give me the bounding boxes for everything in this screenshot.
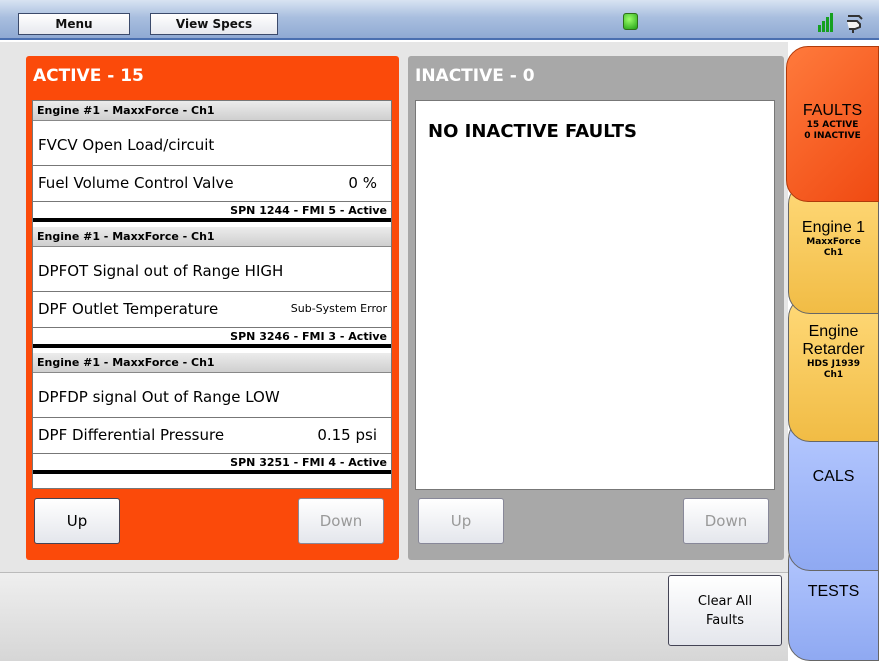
active-fault-list[interactable]: Engine #1 - MaxxForce - Ch1 FVCV Open Lo…: [32, 100, 392, 489]
active-down-button[interactable]: Down: [298, 498, 384, 544]
inactive-up-button[interactable]: Up: [418, 498, 504, 544]
fault-parameter: DPF Outlet Temperature Sub-System Error: [33, 292, 391, 327]
fault-parameter-name: Fuel Volume Control Valve: [38, 174, 234, 192]
tab-engine1-sub2: Ch1: [823, 248, 844, 258]
tab-faults-active-count: 15 ACTIVE: [806, 120, 859, 130]
fault-description: FVCV Open Load/circuit: [33, 121, 391, 166]
fault-item[interactable]: Engine #1 - MaxxForce - Ch1 DPFOT Signal…: [33, 227, 391, 353]
fault-parameter: DPF Differential Pressure 0.15 psi: [33, 418, 391, 453]
plug-connection-icon: [847, 15, 863, 33]
fault-parameter-value: 0 %: [348, 174, 377, 192]
active-up-button[interactable]: Up: [34, 498, 120, 544]
side-tabs: TESTS CALS Engine Retarder HDS J1939 Ch1…: [786, 42, 879, 661]
menu-button[interactable]: Menu: [18, 13, 130, 35]
tab-engine1-label: Engine 1: [801, 219, 866, 236]
fault-description: DPFDP signal Out of Range LOW: [33, 373, 391, 418]
tab-retarder-label1: Engine: [808, 323, 859, 340]
tab-engine-retarder[interactable]: Engine Retarder HDS J1939 Ch1: [788, 296, 879, 442]
tab-faults[interactable]: FAULTS 15 ACTIVE 0 INACTIVE: [786, 46, 879, 202]
fault-parameter-value: Sub-System Error: [290, 302, 387, 315]
status-led-icon: [623, 13, 638, 30]
clear-button-line2: Faults: [706, 613, 744, 628]
tab-tests-label: TESTS: [807, 583, 860, 600]
fault-code: SPN 1244 - FMI 5 - Active: [33, 201, 391, 222]
view-specs-button[interactable]: View Specs: [150, 13, 278, 35]
clear-all-faults-button[interactable]: Clear All Faults: [668, 575, 782, 646]
fault-source: Engine #1 - MaxxForce - Ch1: [33, 353, 391, 373]
active-panel-title: ACTIVE - 15: [33, 66, 144, 86]
clear-button-line1: Clear All: [697, 594, 753, 609]
inactive-faults-panel: INACTIVE - 0 NO INACTIVE FAULTS Up Down: [408, 56, 784, 560]
fault-description: DPFOT Signal out of Range HIGH: [33, 247, 391, 292]
no-inactive-message: NO INACTIVE FAULTS: [428, 121, 637, 142]
inactive-panel-title: INACTIVE - 0: [415, 66, 535, 86]
active-faults-panel: ACTIVE - 15 Engine #1 - MaxxForce - Ch1 …: [26, 56, 399, 560]
tab-retarder-sub1: HDS J1939: [806, 359, 860, 369]
top-toolbar: Menu View Specs: [0, 0, 879, 40]
tab-retarder-label2: Retarder: [802, 341, 865, 358]
fault-item[interactable]: Engine #1 - MaxxForce - Ch1 DPFDP signal…: [33, 353, 391, 479]
main-area: ACTIVE - 15 Engine #1 - MaxxForce - Ch1 …: [0, 42, 800, 661]
fault-code: SPN 3251 - FMI 4 - Active: [33, 453, 391, 474]
fault-code: SPN 3246 - FMI 3 - Active: [33, 327, 391, 348]
fault-source: Engine #1 - MaxxForce - Ch1: [33, 227, 391, 247]
tab-retarder-sub2: Ch1: [823, 370, 844, 380]
fault-source: Engine #1 - MaxxForce - Ch1: [33, 101, 391, 121]
inactive-down-button[interactable]: Down: [683, 498, 769, 544]
tab-engine1-sub1: MaxxForce: [806, 237, 861, 247]
inactive-fault-list[interactable]: NO INACTIVE FAULTS: [415, 100, 775, 490]
fault-parameter-name: DPF Differential Pressure: [38, 426, 225, 444]
tab-faults-inactive-count: 0 INACTIVE: [804, 131, 861, 141]
fault-parameter-value: 0.15 psi: [317, 426, 377, 444]
fault-parameter: Fuel Volume Control Valve 0 %: [33, 166, 391, 201]
fault-item[interactable]: Engine #1 - MaxxForce - Ch1 FVCV Open Lo…: [33, 101, 391, 227]
fault-parameter-name: DPF Outlet Temperature: [38, 300, 219, 318]
tab-cals-label: CALS: [812, 468, 855, 485]
tab-faults-label: FAULTS: [802, 102, 863, 119]
signal-strength-icon: [818, 12, 834, 32]
